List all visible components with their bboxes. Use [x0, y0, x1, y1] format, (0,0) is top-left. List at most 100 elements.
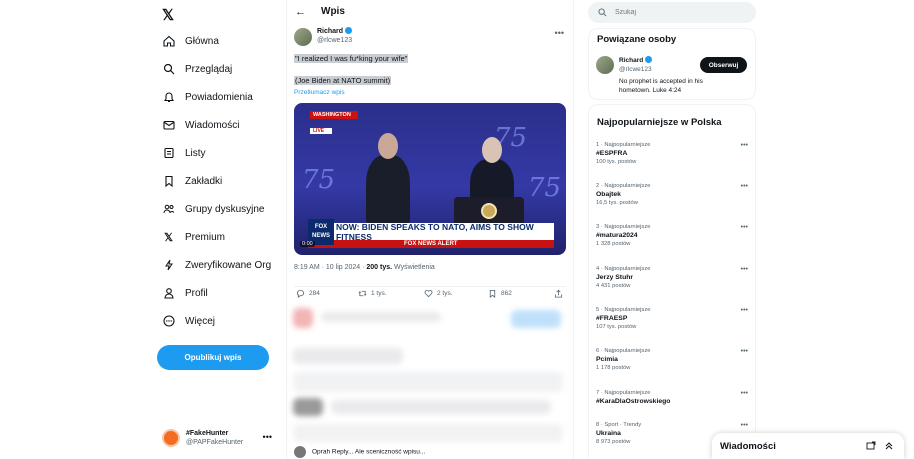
- tweet-author: Richard @rlcwe123 •••: [294, 27, 570, 47]
- like-count: 2 tys.: [437, 290, 453, 297]
- more-icon[interactable]: •••: [741, 183, 748, 190]
- blurred-text: [293, 348, 403, 364]
- trend-item[interactable]: 4 · Najpopularniejsze Jerzy Stuhr 4 431 …: [596, 266, 748, 289]
- nav-premium[interactable]: 𝕏 Premium: [162, 226, 225, 248]
- account-switcher[interactable]: #FakeHunter @PAPFakeHunter •••: [162, 426, 280, 450]
- search-box[interactable]: [588, 2, 756, 23]
- messages-drawer[interactable]: Wiadomości: [712, 433, 904, 459]
- share-icon: [554, 289, 563, 298]
- tweet-time[interactable]: 8:19 AM · 10 lip 2024: [294, 264, 360, 271]
- more-icon[interactable]: •••: [741, 224, 748, 231]
- related-name-wrap[interactable]: Richard: [619, 56, 653, 64]
- more-icon[interactable]: •••: [741, 348, 748, 355]
- search-input[interactable]: [615, 9, 735, 16]
- trend-item[interactable]: 5 · Najpopularniejsze #FRAESP 107 tys. p…: [596, 307, 748, 330]
- trend-context: 7 · Najpopularniejsze: [596, 390, 651, 396]
- nav-label: Profil: [185, 287, 208, 299]
- trend-name: Jerzy Stuhr: [596, 274, 634, 281]
- related-title: Powiązane osoby: [597, 34, 677, 45]
- reply-count: 284: [309, 290, 320, 297]
- trend-context: 4 · Najpopularniejsze: [596, 266, 651, 272]
- nav-label: Zweryfikowane Org: [185, 259, 272, 271]
- back-arrow-icon[interactable]: ←: [295, 6, 306, 18]
- nav-verified-orgs[interactable]: Zweryfikowane Org: [162, 254, 271, 276]
- list-icon: [162, 147, 175, 160]
- trend-item[interactable]: 6 · Najpopularniejsze Pcimia 1 178 postó…: [596, 348, 748, 371]
- stage-logo: 75: [302, 165, 336, 195]
- reply-button[interactable]: 284: [296, 289, 320, 298]
- nav-notifications[interactable]: Powiadomienia: [162, 86, 253, 108]
- nav-communities[interactable]: Grupy dyskusyjne: [162, 198, 264, 220]
- trend-item[interactable]: 7 · Najpopularniejsze #KaraDlaOstrowskie…: [596, 390, 748, 407]
- bookmark-icon: [489, 289, 496, 298]
- more-icon[interactable]: •••: [741, 390, 748, 397]
- trend-item[interactable]: 3 · Najpopularniejsze #matura2024 1 328 …: [596, 224, 748, 247]
- avatar[interactable]: [596, 56, 614, 74]
- news-banner: NOW: BIDEN SPEAKS TO NATO, AIMS TO SHOW …: [308, 222, 554, 242]
- bookmark-button[interactable]: 862: [488, 289, 512, 298]
- tweet-video[interactable]: 75 75 75 WASHINGTON LIVE NOW: BIDEN SPEA…: [294, 103, 566, 255]
- trend-item[interactable]: 2 · Najpopularniejsze Obajtek 16,5 tys. …: [596, 183, 748, 206]
- account-handle: @PAPFakeHunter: [186, 439, 244, 446]
- translate-link[interactable]: Przetłumacz wpis: [294, 89, 345, 96]
- bookmark-icon: [162, 175, 175, 188]
- reply-preview[interactable]: Oprah Reply... Ale sceniczność wpisu...: [294, 446, 570, 459]
- repost-button[interactable]: 1 tys.: [358, 289, 387, 298]
- blurred-avatar: [293, 308, 313, 328]
- nav-label: Więcej: [185, 315, 216, 327]
- location-tag: WASHINGTON LIVE: [310, 111, 370, 134]
- x-logo-icon[interactable]: 𝕏: [162, 6, 174, 24]
- trend-name: #KaraDlaOstrowskiego: [596, 398, 671, 405]
- post-button[interactable]: Opublikuj wpis: [157, 345, 269, 370]
- nav-lists[interactable]: Listy: [162, 142, 206, 164]
- related-handle[interactable]: @rlcwe123: [619, 66, 652, 73]
- more-icon[interactable]: •••: [741, 266, 748, 273]
- nav-more[interactable]: Więcej: [162, 310, 215, 332]
- nav-messages[interactable]: Wiadomości: [162, 114, 239, 136]
- trend-count: 1 328 postów: [596, 241, 631, 247]
- nav-label: Grupy dyskusyjne: [185, 203, 265, 215]
- profile-icon: [162, 287, 175, 300]
- stage-logo: 75: [528, 173, 562, 203]
- more-icon[interactable]: •••: [741, 142, 748, 149]
- home-icon: [162, 35, 175, 48]
- left-sidebar: 𝕏 Główna Przeglądaj Powiadomienia Wiadom…: [156, 0, 284, 459]
- new-message-icon[interactable]: [866, 441, 876, 453]
- account-info: #FakeHunter @PAPFakeHunter: [186, 429, 243, 447]
- author-name-wrap[interactable]: Richard: [317, 27, 353, 35]
- page-header: ← Wpis: [287, 0, 575, 24]
- live-label: LIVE: [310, 128, 332, 134]
- repost-count: 1 tys.: [371, 290, 387, 297]
- nav-home[interactable]: Główna: [162, 30, 219, 52]
- presidential-seal: [481, 203, 497, 219]
- like-button[interactable]: 2 tys.: [424, 289, 453, 298]
- avatar[interactable]: [294, 28, 312, 46]
- trend-context: 2 · Najpopularniejsze: [596, 183, 651, 189]
- trend-count: 100 tys. postów: [596, 159, 637, 165]
- nav-explore[interactable]: Przeglądaj: [162, 58, 232, 80]
- author-handle[interactable]: @rlcwe123: [317, 37, 352, 44]
- search-icon: [162, 63, 175, 76]
- follow-button[interactable]: Obserwuj: [700, 57, 747, 73]
- bell-icon: [162, 91, 175, 104]
- trend-count: 1 178 postów: [596, 365, 631, 371]
- author-name: Richard: [317, 28, 344, 35]
- trend-name: #FRAESP: [596, 315, 628, 322]
- nav-profile[interactable]: Profil: [162, 282, 208, 304]
- trend-name: #ESPFRA: [596, 150, 628, 157]
- nav-bookmarks[interactable]: Zakładki: [162, 170, 222, 192]
- trend-name: Obajtek: [596, 191, 621, 198]
- share-button[interactable]: [554, 289, 563, 298]
- more-icon[interactable]: •••: [741, 422, 748, 429]
- blurred-avatar: [293, 398, 323, 416]
- trend-item[interactable]: 1 · Najpopularniejsze #ESPFRA 100 tys. p…: [596, 142, 748, 165]
- more-icon[interactable]: •••: [741, 307, 748, 314]
- nav-label: Zakładki: [185, 175, 223, 187]
- chevron-up-icon[interactable]: [884, 441, 894, 453]
- news-alert: FOX NEWS ALERT: [308, 240, 554, 248]
- tweet-text-line1: "I realized I was fu*king your wife": [294, 54, 409, 63]
- more-icon[interactable]: •••: [263, 432, 272, 442]
- more-icon[interactable]: •••: [555, 28, 564, 38]
- page-title: Wpis: [321, 6, 345, 17]
- blurred-row: [293, 424, 563, 442]
